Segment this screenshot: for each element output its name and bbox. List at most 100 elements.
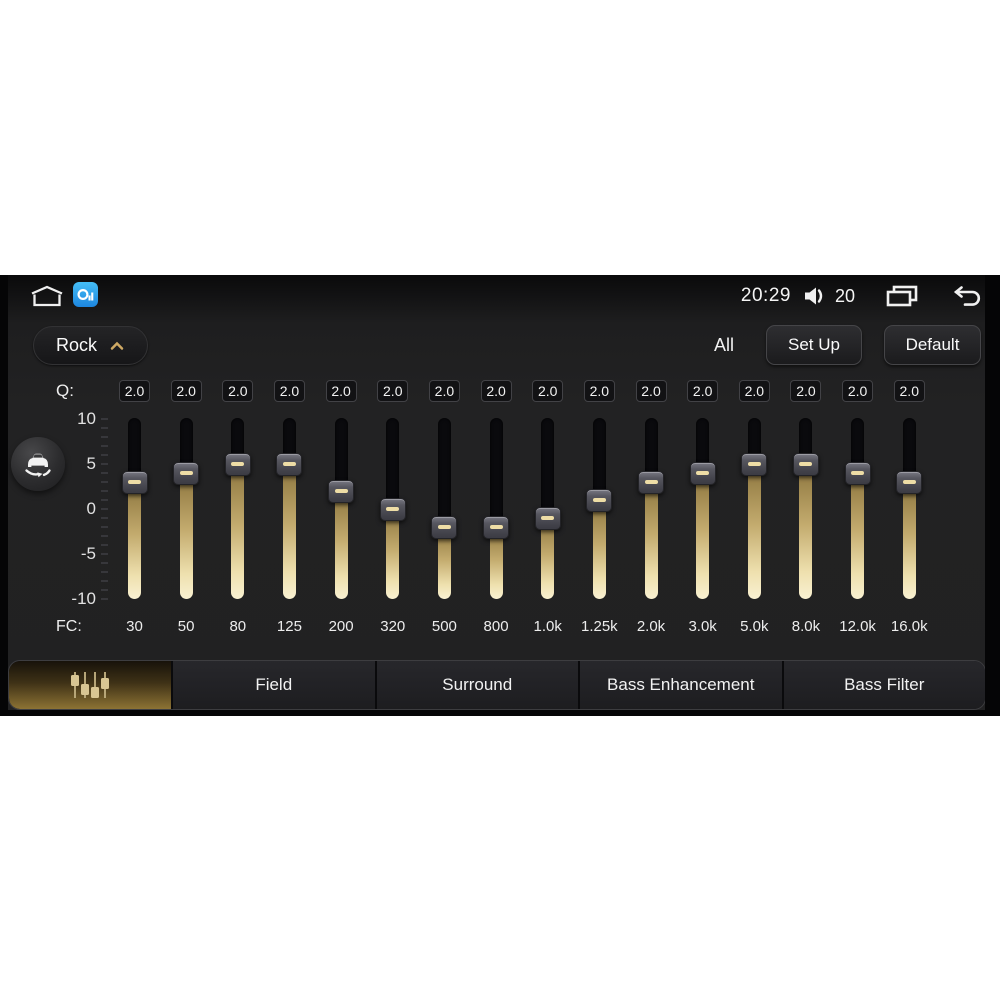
band-slider-handle-500[interactable] [431,515,458,539]
band-slider-handle-3.0k[interactable] [689,461,716,485]
band-level-fill-16.0k [902,482,916,599]
tab-bass-enhancement[interactable]: Bass Enhancement [578,661,782,709]
q-value-badge-500[interactable]: 2.0 [428,380,460,402]
equalizer-sliders-icon [71,672,109,698]
axis-tick-mark [101,589,108,591]
screen-bezel-bottom [0,710,1000,716]
band-level-fill-12.0k [851,473,865,599]
q-value-badge-80[interactable]: 2.0 [222,380,254,402]
tab-label: Surround [442,675,513,694]
band-slider-handle-1.0k[interactable] [534,506,561,530]
band-level-fill-200 [334,491,348,599]
equalizer-area: Q: FC: 10 5 0 -5 -10 2.0 30 2.0 50 2.0 80 2.0 125 2.0… [0,275,1000,716]
q-value-badge-3.0k[interactable]: 2.0 [687,380,719,402]
band-slider-handle-200[interactable] [328,479,355,503]
axis-tick-mark [101,463,108,465]
handle-grip-line [592,498,606,502]
band-slider-handle-50[interactable] [173,461,200,485]
q-value-badge-1.0k[interactable]: 2.0 [532,380,564,402]
q-value-badge-200[interactable]: 2.0 [325,380,357,402]
band-slider-handle-2.0k[interactable] [638,470,664,494]
handle-grip-line [851,471,865,475]
axis-tick-mark [101,517,108,519]
band-slider-handle-5.0k[interactable] [741,452,768,476]
q-value-badge-30[interactable]: 2.0 [119,380,150,402]
band-slider-handle-80[interactable] [224,452,251,476]
band-frequency-label-80: 80 [229,618,247,635]
tab-surround[interactable]: Surround [374,661,578,709]
tab-label: Bass Filter [844,675,925,694]
tab-field[interactable]: Field [171,661,375,709]
axis-tick-mark [101,445,108,447]
band-level-fill-2.0k [644,482,658,599]
handle-grip-line [902,480,916,484]
tab-equalizer[interactable] [9,661,171,709]
axis-tick-mark [101,481,108,483]
band-frequency-label-3.0k: 3.0k [688,618,717,635]
band-level-fill-1.25k [592,500,606,599]
q-row-label: Q: [56,381,74,400]
handle-grip-line [489,525,503,529]
q-value-badge-16.0k[interactable]: 2.0 [893,380,925,402]
handle-grip-line [282,462,296,466]
tab-bass-filter[interactable]: Bass Filter [781,661,985,709]
q-value-badge-2.0k[interactable]: 2.0 [635,380,667,402]
band-slider-handle-16.0k[interactable] [896,470,923,494]
band-frequency-label-800: 800 [483,618,509,635]
axis-tick-mark [101,472,108,474]
band-slider-handle-125[interactable] [276,452,303,476]
q-value-badge-320[interactable]: 2.0 [377,380,409,402]
handle-grip-line [231,462,245,466]
axis-tick-label: -5 [80,544,96,563]
sound-field-car-button[interactable] [11,437,65,491]
head-unit-screen: 20:29 20 Rock All Set Up Default Q: FC: … [0,275,1000,716]
band-level-fill-5.0k [747,464,761,599]
band-frequency-label-12.0k: 12.0k [839,618,876,635]
screen-bezel-left [0,275,8,716]
axis-tick-mark [101,427,108,429]
axis-tick-mark [101,418,108,420]
band-slider-handle-12.0k[interactable] [844,461,871,485]
fc-row-label: FC: [56,618,82,635]
q-value-badge-800[interactable]: 2.0 [480,380,512,402]
axis-tick-label: 10 [77,409,96,428]
q-value-badge-12.0k[interactable]: 2.0 [842,380,874,402]
audio-tab-bar: Field Surround Bass Enhancement Bass Filter [8,660,986,710]
axis-tick-mark [101,562,108,564]
band-frequency-label-1.25k: 1.25k [580,618,618,635]
axis-tick-mark [101,535,108,537]
handle-grip-line [179,471,193,475]
axis-tick-mark [101,553,108,555]
q-value-badge-1.25k[interactable]: 2.0 [583,380,615,402]
q-value-badge-125[interactable]: 2.0 [273,380,305,402]
handle-grip-line [541,516,555,520]
band-level-fill-80 [231,464,245,599]
q-value-badge-8.0k[interactable]: 2.0 [790,380,822,402]
handle-grip-line [696,471,710,475]
screen-bezel-right [985,275,1000,716]
q-value-badge-50[interactable]: 2.0 [170,380,202,402]
band-slider-handle-320[interactable] [379,497,406,521]
axis-tick-mark [101,526,108,528]
axis-tick-mark [101,490,108,492]
q-value-badge-5.0k[interactable]: 2.0 [738,380,770,402]
axis-tick-label: 0 [86,499,96,518]
band-frequency-label-500: 500 [431,618,457,635]
band-frequency-label-200: 200 [328,618,354,635]
axis-tick-mark [101,436,108,438]
axis-tick-mark [101,454,108,456]
handle-grip-line [747,462,761,466]
band-frequency-label-2.0k: 2.0k [636,618,666,635]
handle-grip-line [128,480,141,484]
band-slider-handle-8.0k[interactable] [792,452,819,476]
band-level-fill-8.0k [799,464,813,599]
band-slider-handle-800[interactable] [483,515,510,539]
band-frequency-label-30: 30 [126,618,143,635]
axis-tick-mark [101,508,108,510]
band-slider-handle-30[interactable] [121,470,148,494]
band-slider-handle-1.25k[interactable] [586,488,613,512]
band-frequency-label-1.0k: 1.0k [533,618,562,635]
band-level-fill-125 [282,464,296,599]
tab-label: Field [255,675,293,694]
axis-tick-mark [101,499,108,501]
